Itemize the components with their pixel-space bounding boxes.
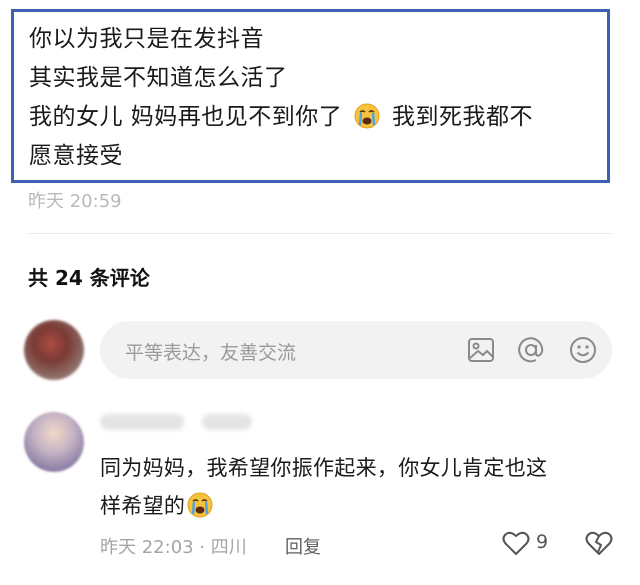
crying-emoji-icon [187, 492, 213, 518]
comment-meta: 昨天 22:03 · 四川 [100, 537, 247, 558]
comment-input-bar[interactable]: 平等表达，友善交流 [100, 321, 612, 379]
current-user-avatar[interactable] [24, 320, 84, 380]
section-divider [28, 233, 612, 234]
comment-input-placeholder[interactable]: 平等表达，友善交流 [125, 338, 296, 365]
emoji-icon[interactable] [568, 335, 598, 365]
post-content-box: 你以为我只是在发抖音 其实我是不知道怎么活了 我的女儿 妈妈再也见不到你了 我到… [11, 9, 610, 183]
commenter-tag-blurred [202, 414, 252, 430]
broken-heart-icon[interactable] [585, 530, 613, 556]
image-icon[interactable] [466, 335, 496, 365]
crying-emoji-icon [354, 103, 380, 129]
at-icon[interactable] [516, 335, 546, 365]
comment-text: 同为妈妈，我希望你振作起来，你女儿肯定也这 样希望的 [100, 449, 620, 525]
heart-icon[interactable] [502, 530, 530, 556]
post-line-2: 其实我是不知道怎么活了 [29, 65, 288, 91]
post-line-3-tail: 我到死我都不 [391, 104, 533, 130]
commenter-name-blurred [100, 414, 184, 430]
comment-text-line-2: 样希望的 [100, 487, 620, 525]
post-line-1: 你以为我只是在发抖音 [29, 26, 264, 52]
commenter-avatar[interactable] [24, 412, 84, 472]
post-line-3-text: 我的女儿 妈妈再也见不到你了 [29, 104, 343, 130]
post-line-3: 我的女儿 妈妈再也见不到你了 我到死我都不 [29, 98, 593, 137]
reply-button[interactable]: 回复 [285, 533, 321, 559]
like-count: 9 [536, 531, 549, 553]
comment-text-line-1: 同为妈妈，我希望你振作起来，你女儿肯定也这 [100, 456, 548, 480]
comment-count-heading: 共 24 条评论 [28, 266, 150, 290]
post-timestamp: 昨天 20:59 [28, 191, 122, 212]
post-line-4: 愿意接受 [29, 143, 123, 169]
comment-text-line-2-text: 样希望的 [100, 494, 186, 518]
